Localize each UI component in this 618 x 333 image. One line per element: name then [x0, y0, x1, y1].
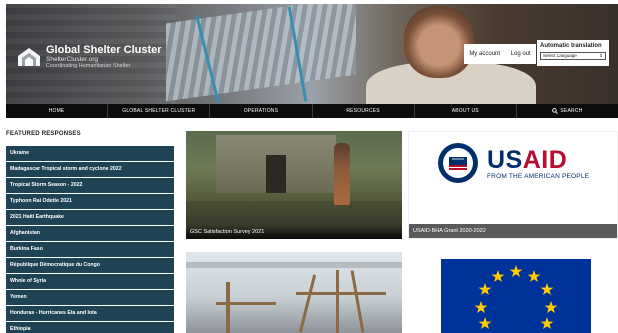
logo-tagline: Coordinating Humanitarian Shelter: [46, 63, 131, 69]
hero-person-head: [404, 6, 474, 78]
response-burkina-faso[interactable]: Burkina Faso: [6, 242, 174, 257]
account-bar: My account Log out: [464, 44, 536, 64]
nav-about-us[interactable]: ABOUT US: [415, 104, 517, 118]
translate-label: Automatic translation: [540, 43, 602, 49]
response-tropical-storm-season[interactable]: Tropical Storm Season - 2022: [6, 178, 174, 193]
response-whole-of-syria[interactable]: Whole of Syria: [6, 274, 174, 289]
nav-resources[interactable]: RESOURCES: [313, 104, 415, 118]
card-photo-roof: [186, 262, 402, 268]
card-gsc-survey[interactable]: GSC Satisfaction Survey 2021: [186, 131, 402, 239]
logo-site: ShelterCluster.org: [46, 56, 99, 63]
response-yemen[interactable]: Yemen: [6, 290, 174, 305]
response-drc[interactable]: République Démocratique du Congo: [6, 258, 174, 273]
nav-global-shelter-cluster[interactable]: GLOBAL SHELTER CLUSTER: [108, 104, 211, 118]
site-logo[interactable]: Global Shelter Cluster ShelterCluster.or…: [16, 44, 162, 70]
card-photo-beam: [298, 274, 317, 333]
eu-stars-icon: [474, 265, 558, 329]
log-out-link[interactable]: Log out: [511, 51, 531, 57]
usaid-wordmark: USAID: [487, 145, 568, 174]
card-photo-beam: [296, 292, 386, 295]
usaid-logo: USAID FROM THE AMERICAN PEOPLE: [437, 142, 589, 184]
usaid-tagline: FROM THE AMERICAN PEOPLE: [487, 172, 590, 180]
nav-operations[interactable]: OPERATIONS: [210, 104, 313, 118]
card-photo-doorway: [266, 155, 286, 193]
nav-search[interactable]: SEARCH: [517, 104, 618, 118]
card-construction-photo[interactable]: [186, 252, 402, 333]
usaid-seal-icon: [438, 143, 478, 183]
translate-widget: Automatic translation Select Language ⇕: [537, 40, 609, 66]
eu-flag: [441, 259, 591, 333]
language-select[interactable]: Select Language ⇕: [540, 52, 606, 60]
card-caption: GSC Satisfaction Survey 2021: [186, 225, 402, 239]
my-account-link[interactable]: My account: [469, 51, 500, 57]
main-nav: HOME GLOBAL SHELTER CLUSTER OPERATIONS R…: [6, 104, 618, 118]
card-photo-beam: [336, 270, 339, 333]
search-icon: [552, 108, 559, 114]
response-ethiopia[interactable]: Ethiopia: [6, 322, 174, 333]
logo-title: Global Shelter Cluster: [46, 44, 162, 56]
shelter-logo-icon: [18, 48, 40, 66]
language-select-value: Select Language: [543, 53, 577, 58]
hero-metal-sheets: [166, 4, 356, 102]
response-typhoon-rai[interactable]: Typhoon Rai Odette 2021: [6, 194, 174, 209]
featured-responses-title: FEATURED RESPONSES: [6, 131, 81, 137]
card-photo-beam: [350, 270, 365, 333]
card-usaid-grant[interactable]: USAID FROM THE AMERICAN PEOPLE USAID-BHA…: [408, 131, 618, 239]
featured-responses-list: Ukraine Madagascar Tropical storm and cy…: [6, 146, 174, 333]
response-haiti-earthquake[interactable]: 2021 Haiti Earthquake: [6, 210, 174, 225]
card-eu-funding[interactable]: [408, 252, 618, 333]
card-photo-person: [334, 143, 350, 205]
response-ukraine[interactable]: Ukraine: [6, 146, 174, 161]
response-honduras[interactable]: Honduras - Hurricanes Eta and Iota: [6, 306, 174, 321]
nav-home[interactable]: HOME: [6, 104, 109, 118]
card-photo-beam: [216, 302, 276, 305]
response-madagascar[interactable]: Madagascar Tropical storm and cyclone 20…: [6, 162, 174, 177]
response-afghanistan[interactable]: Afghanistan: [6, 226, 174, 241]
select-arrows-icon: ⇕: [599, 53, 603, 58]
card-caption: USAID-BHA Grant 2020-2022: [409, 224, 617, 238]
card-photo-beam: [226, 282, 230, 333]
